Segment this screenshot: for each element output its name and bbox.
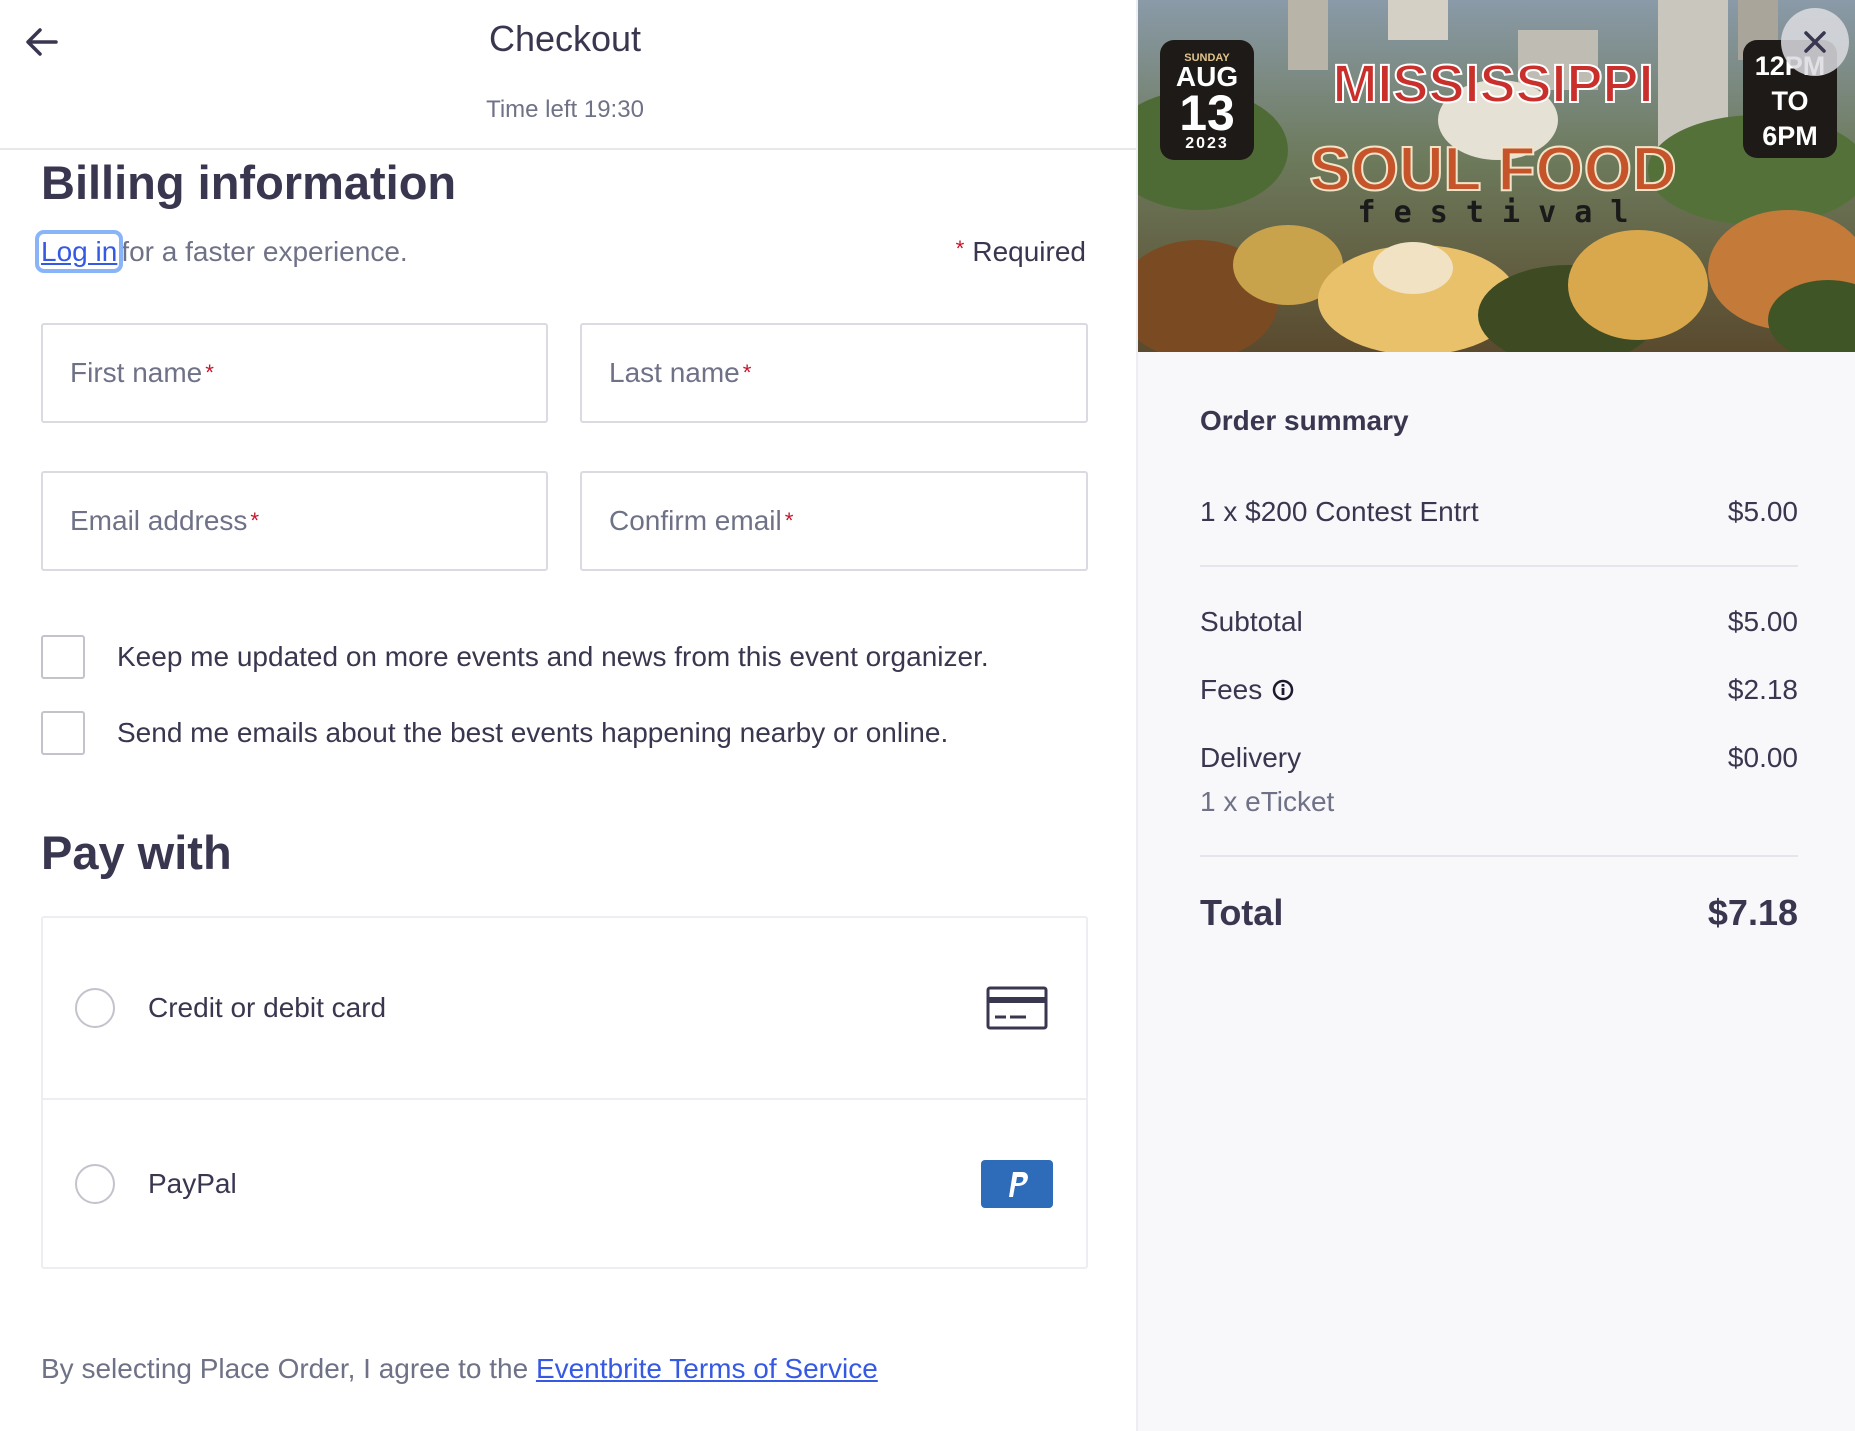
terms-notice: By selecting Place Order, I agree to the… bbox=[41, 1353, 878, 1385]
last-name-placeholder: Last name bbox=[609, 357, 740, 388]
page-title: Checkout bbox=[488, 18, 642, 59]
email-placeholder: Email address bbox=[70, 505, 248, 536]
payment-options: Credit or debit card PayPal bbox=[41, 916, 1088, 1269]
fees-row: Fees $2.18 bbox=[1200, 674, 1798, 706]
login-prompt: Log in for a faster experience. bbox=[34, 230, 408, 273]
checkout-panel: Checkout Time left 19:30 Billing informa… bbox=[0, 0, 1136, 1431]
required-note: * Required bbox=[956, 236, 1086, 268]
card-radio[interactable] bbox=[75, 988, 115, 1028]
item-price: $5.00 bbox=[1727, 496, 1798, 527]
nearby-events-checkbox[interactable] bbox=[41, 711, 85, 755]
required-star: * bbox=[955, 236, 965, 261]
nearby-events-label: Send me emails about the best events hap… bbox=[117, 717, 949, 748]
credit-card-icon bbox=[986, 986, 1048, 1030]
order-summary-title: Order summary bbox=[1200, 405, 1409, 436]
required-star: * bbox=[742, 360, 752, 385]
fees-label-group: Fees bbox=[1200, 674, 1294, 706]
event-banner: SUNDAY AUG 13 2023 MISSISSIPPI SOUL FOOD… bbox=[1138, 0, 1855, 352]
nearby-events-option: Send me emails about the best events hap… bbox=[41, 711, 948, 755]
fees-label: Fees bbox=[1200, 674, 1263, 705]
organizer-updates-checkbox[interactable] bbox=[41, 635, 85, 679]
order-line-item: 1 x $200 Contest Entrt $5.00 bbox=[1200, 496, 1798, 528]
subtotal-row: Subtotal $5.00 bbox=[1200, 606, 1798, 638]
organizer-updates-label: Keep me updated on more events and news … bbox=[117, 641, 989, 672]
required-label: Required bbox=[972, 236, 1086, 267]
delivery-detail: 1 x eTicket bbox=[1200, 786, 1335, 817]
event-year: 2023 bbox=[1185, 135, 1229, 152]
event-title-line3: f e s t i v a l bbox=[1358, 195, 1629, 230]
close-icon bbox=[1804, 31, 1826, 53]
paypal-label: PayPal bbox=[148, 1167, 237, 1199]
divider bbox=[1200, 565, 1798, 567]
event-time-end: 6PM bbox=[1762, 121, 1818, 151]
pay-with-heading: Pay with bbox=[41, 826, 232, 879]
total-value: $7.18 bbox=[1707, 892, 1798, 933]
delivery-value: $0.00 bbox=[1727, 742, 1798, 773]
total-label: Total bbox=[1200, 892, 1284, 933]
card-label: Credit or debit card bbox=[148, 992, 387, 1023]
last-name-field[interactable]: Last name * bbox=[580, 323, 1088, 423]
item-label: 1 x $200 Contest Entrt bbox=[1200, 496, 1479, 527]
event-title-line1: MISSISSIPPI bbox=[1332, 54, 1653, 114]
fees-value: $2.18 bbox=[1727, 674, 1798, 705]
first-name-placeholder: First name bbox=[70, 357, 203, 388]
total-row: Total $7.18 bbox=[1200, 892, 1798, 934]
login-suffix: for a faster experience. bbox=[121, 236, 408, 267]
info-icon[interactable] bbox=[1272, 679, 1294, 701]
paypal-radio[interactable] bbox=[75, 1163, 115, 1204]
email-field[interactable]: Email address * bbox=[41, 471, 548, 571]
pay-option-card[interactable]: Credit or debit card bbox=[43, 918, 1086, 1100]
event-title-line2: SOUL FOOD bbox=[1309, 135, 1676, 204]
delivery-label: Delivery bbox=[1200, 742, 1302, 773]
required-star: * bbox=[250, 508, 260, 533]
subtotal-value: $5.00 bbox=[1727, 606, 1798, 637]
close-button[interactable] bbox=[1781, 8, 1849, 76]
first-name-field[interactable]: First name * bbox=[41, 323, 548, 423]
divider bbox=[1200, 855, 1798, 857]
event-banner-image: SUNDAY AUG 13 2023 MISSISSIPPI SOUL FOOD… bbox=[1138, 0, 1855, 352]
event-time-to: TO bbox=[1771, 86, 1808, 116]
required-star: * bbox=[784, 508, 794, 533]
pay-option-paypal[interactable]: PayPal bbox=[43, 1100, 1086, 1267]
billing-heading: Billing information bbox=[41, 156, 457, 209]
time-left: Time left 19:30 bbox=[486, 96, 644, 123]
login-link[interactable]: Log in bbox=[34, 230, 124, 273]
organizer-updates-option: Keep me updated on more events and news … bbox=[41, 635, 989, 679]
terms-prefix: By selecting Place Order, I agree to the bbox=[41, 1353, 529, 1384]
paypal-icon bbox=[981, 1159, 1053, 1208]
terms-link[interactable]: Eventbrite Terms of Service bbox=[536, 1353, 878, 1384]
confirm-email-field[interactable]: Confirm email * bbox=[580, 471, 1088, 571]
delivery-row: Delivery $0.00 bbox=[1200, 742, 1798, 774]
subtotal-label: Subtotal bbox=[1200, 606, 1303, 637]
checkout-header: Checkout Time left 19:30 bbox=[0, 0, 1136, 150]
required-star: * bbox=[205, 360, 214, 385]
order-summary-panel: SUNDAY AUG 13 2023 MISSISSIPPI SOUL FOOD… bbox=[1136, 0, 1855, 1431]
confirm-email-placeholder: Confirm email bbox=[609, 505, 782, 536]
event-date: 13 bbox=[1179, 85, 1235, 141]
